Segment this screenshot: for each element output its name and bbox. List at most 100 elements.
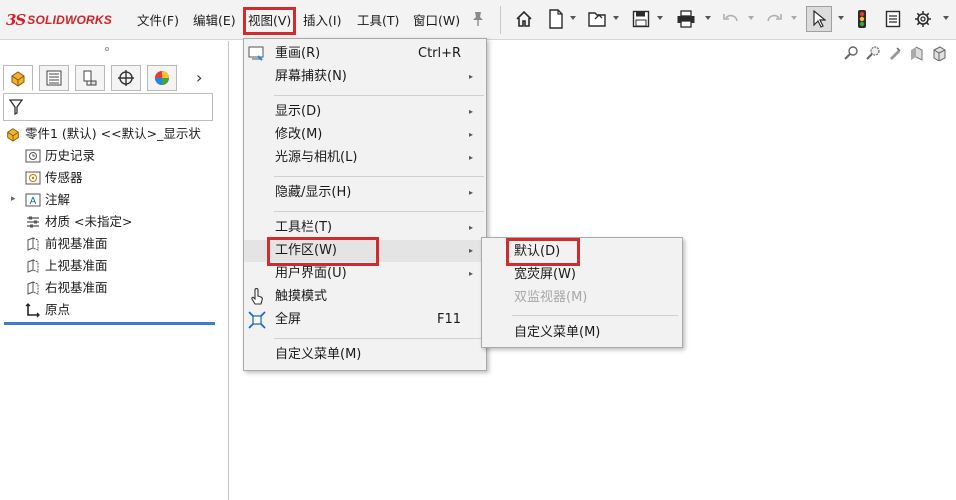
menu-item-shortcut: Ctrl+R: [418, 46, 462, 61]
svg-text:A: A: [30, 196, 37, 207]
new-document-icon[interactable]: [545, 8, 567, 30]
section-view-icon[interactable]: [908, 44, 926, 62]
tree-item-label: 前视基准面: [45, 236, 108, 251]
annotation-icon: A: [24, 191, 42, 209]
menu-item-customize-menu[interactable]: 自定义菜单(M): [244, 344, 486, 366]
submenu-arrow-icon: ▸: [469, 130, 474, 139]
select-arrow-icon[interactable]: [806, 6, 832, 32]
menu-item-label: 屏幕捕获(N): [275, 69, 347, 84]
property-manager-tab[interactable]: [39, 65, 69, 91]
save-dropdown-arrow[interactable]: [657, 16, 663, 20]
menu-item-label: 重画(R): [275, 46, 321, 61]
menu-item-modify[interactable]: 修改(M) ▸: [244, 124, 486, 146]
feature-manager-icon: [11, 71, 25, 87]
menu-item-display[interactable]: 显示(D) ▸: [244, 101, 486, 123]
menu-item-hide-show[interactable]: 隐藏/显示(H) ▸: [244, 182, 486, 204]
menu-separator: [274, 95, 484, 96]
tree-item-material[interactable]: 材质 <未指定>: [24, 211, 132, 233]
zoom-to-fit-icon[interactable]: [842, 44, 860, 62]
new-dropdown-arrow[interactable]: [570, 16, 576, 20]
print-icon[interactable]: [675, 8, 697, 30]
menu-tools[interactable]: 工具(T): [357, 11, 399, 31]
menu-item-toolbars[interactable]: 工具栏(T) ▸: [244, 217, 486, 239]
tree-item-top-plane[interactable]: 上视基准面: [24, 255, 108, 277]
menu-edit[interactable]: 编辑(E): [193, 11, 236, 31]
tabs-more-arrow[interactable]: ›: [196, 68, 202, 87]
tree-item-label: 右视基准面: [45, 280, 108, 295]
submenu-item-widescreen[interactable]: 宽荧屏(W): [482, 264, 682, 286]
toolbar-separator: [500, 6, 501, 34]
redo-dropdown-arrow[interactable]: [791, 16, 797, 20]
dimxpert-tab[interactable]: [111, 65, 141, 91]
menu-file[interactable]: 文件(F): [137, 11, 179, 31]
tree-item-origin[interactable]: 原点: [24, 299, 70, 321]
rollback-bar[interactable]: [4, 322, 215, 325]
tree-item-history[interactable]: 历史记录: [24, 145, 95, 167]
menu-item-lights-cameras[interactable]: 光源与相机(L) ▸: [244, 147, 486, 169]
configuration-manager-tab[interactable]: [75, 65, 105, 91]
title-menu-bar: 3S SOLIDWORKS 文件(F) 编辑(E) 视图(V) 插入(I) 工具…: [0, 0, 956, 40]
submenu-arrow-icon: ▸: [469, 246, 474, 255]
solidworks-logo[interactable]: 3S SOLIDWORKS: [6, 11, 112, 29]
fullscreen-icon: [248, 311, 266, 329]
tree-item-label: 零件1 (默认) <<默认>_显示状: [25, 126, 201, 141]
options-gear-icon[interactable]: [912, 8, 934, 30]
menu-item-full-screen[interactable]: 全屏 F11: [244, 309, 486, 331]
redo-icon[interactable]: [763, 8, 785, 30]
traffic-light-icon[interactable]: [851, 8, 873, 30]
tree-item-label: 历史记录: [45, 148, 96, 163]
open-folder-icon[interactable]: [586, 8, 608, 30]
tree-item-front-plane[interactable]: 前视基准面: [24, 233, 108, 255]
submenu-arrow-icon: ▸: [469, 269, 474, 278]
feature-manager-tab[interactable]: [3, 65, 33, 91]
menu-item-label: 触摸模式: [275, 289, 328, 304]
previous-view-icon[interactable]: [886, 44, 904, 62]
tree-item-part[interactable]: 零件1 (默认) <<默认>_显示状: [4, 123, 201, 145]
plane-icon: [24, 235, 42, 253]
view-orientation-icon[interactable]: [930, 44, 948, 62]
menu-item-user-interface[interactable]: 用户界面(U) ▸: [244, 263, 486, 285]
open-dropdown-arrow[interactable]: [613, 16, 619, 20]
default-highlight-box: [506, 238, 580, 266]
redraw-icon: [248, 45, 266, 63]
history-icon: [24, 147, 42, 165]
display-manager-icon: [155, 71, 169, 85]
menu-item-label: 工具栏(T): [275, 220, 333, 235]
pin-icon[interactable]: [472, 11, 484, 27]
menu-separator: [274, 211, 484, 212]
plane-icon: [24, 257, 42, 275]
menu-item-redraw[interactable]: 重画(R) Ctrl+R: [244, 43, 486, 65]
plane-icon: [24, 279, 42, 297]
panel-grip-handle[interactable]: [105, 47, 109, 51]
expand-arrow-icon[interactable]: ▸: [11, 194, 16, 204]
menu-item-screen-capture[interactable]: 屏幕捕获(N) ▸: [244, 66, 486, 88]
menu-separator: [512, 315, 678, 316]
display-manager-tab[interactable]: [147, 65, 177, 91]
menu-item-label: 修改(M): [275, 127, 323, 142]
options-dropdown-arrow[interactable]: [943, 16, 949, 20]
tree-item-sensors[interactable]: 传感器: [24, 167, 83, 189]
feature-manager-panel: › 零件1 (默认) <<默认>_显示状 历史记录 传感器 A 注解 ▸ 材质 …: [0, 41, 229, 500]
dimxpert-icon: [118, 70, 134, 86]
tree-item-annotations[interactable]: A 注解: [24, 189, 70, 211]
material-icon: [24, 213, 42, 231]
tree-item-label: 注解: [45, 192, 71, 207]
menu-insert[interactable]: 插入(I): [303, 11, 341, 31]
file-properties-icon[interactable]: [882, 8, 904, 30]
menu-item-label: 隐藏/显示(H): [275, 185, 352, 200]
home-icon[interactable]: [513, 8, 535, 30]
submenu-item-customize-menu[interactable]: 自定义菜单(M): [482, 322, 682, 344]
undo-dropdown-arrow[interactable]: [748, 16, 754, 20]
menu-view[interactable]: 视图(V): [243, 7, 297, 35]
save-icon[interactable]: [630, 8, 652, 30]
print-dropdown-arrow[interactable]: [705, 16, 711, 20]
zoom-to-area-icon[interactable]: [864, 44, 882, 62]
tree-filter-input[interactable]: [3, 93, 213, 121]
submenu-item-label: 自定义菜单(M): [514, 325, 601, 340]
undo-icon[interactable]: [720, 8, 742, 30]
menu-window[interactable]: 窗口(W): [413, 11, 460, 31]
select-dropdown-arrow[interactable]: [838, 16, 844, 20]
tree-item-right-plane[interactable]: 右视基准面: [24, 277, 108, 299]
menu-item-touch-mode[interactable]: 触摸模式: [244, 286, 486, 308]
submenu-item-dual-monitor: 双监视器(M): [482, 287, 682, 309]
